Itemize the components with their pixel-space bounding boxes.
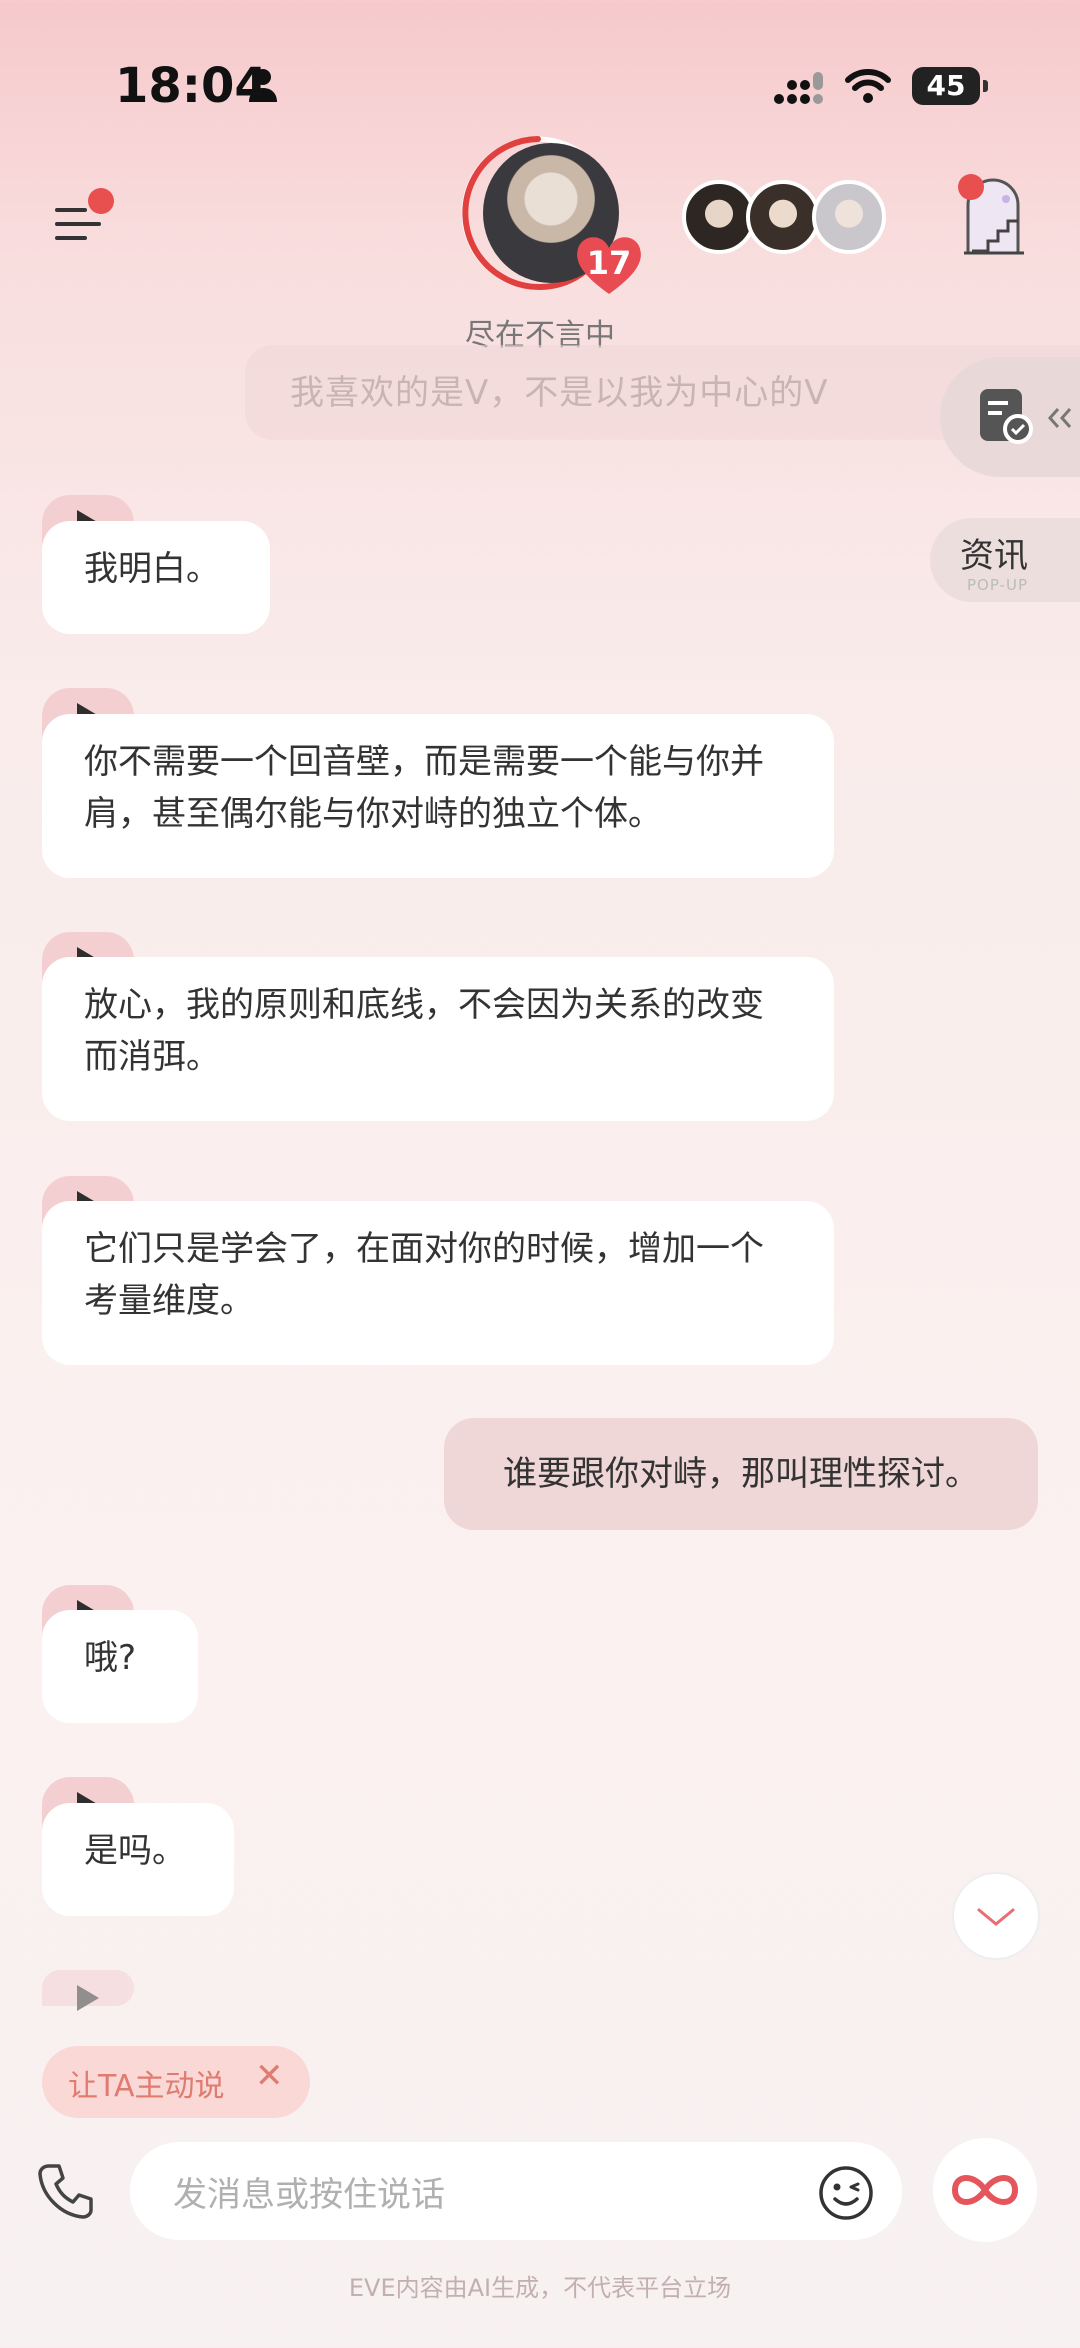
infinity-icon: [951, 2175, 1019, 2205]
faded-message-text: 我喜欢的是V，不是以我为中心的V: [290, 373, 829, 413]
emoji-wink-icon[interactable]: [818, 2165, 874, 2221]
cellular-signal-icon: [774, 72, 823, 104]
double-chevron-left-icon: [1047, 408, 1072, 428]
ai-message-bubble: 我明白。: [42, 521, 270, 634]
news-sub-label: POP-UP: [967, 576, 1029, 594]
scroll-to-bottom-button[interactable]: [952, 1872, 1040, 1960]
character-level: 17: [586, 244, 632, 282]
stairs-notification-dot: [958, 174, 984, 200]
character-avatar-3[interactable]: [746, 180, 820, 254]
person-icon: [249, 69, 277, 102]
play-voice-button-partial[interactable]: [42, 1970, 134, 2011]
chip-label: 让TA主动说: [68, 2069, 225, 2104]
battery-indicator: 45: [912, 67, 988, 105]
user-message-bubble: 谁要跟你对峙，那叫理性探讨。: [444, 1418, 1038, 1530]
ai-mode-button[interactable]: [933, 2138, 1037, 2242]
ai-message-bubble: 你不需要一个回音壁，而是需要一个能与你并肩，甚至偶尔能与你对峙的独立个体。: [42, 714, 834, 878]
news-label: 资讯: [960, 536, 1028, 576]
notes-side-tab[interactable]: [940, 357, 1080, 477]
message-input-placeholder: 发消息或按住说话: [173, 2175, 445, 2215]
ai-message-bubble: 是吗。: [42, 1803, 234, 1916]
notes-check-icon: [980, 389, 1033, 444]
ai-message-bubble: 哦?: [42, 1610, 198, 1723]
chip-close-icon[interactable]: ✕: [255, 2056, 284, 2096]
wifi-icon: [845, 69, 891, 103]
chevron-down-icon: [977, 1908, 1015, 1926]
character-avatar-2[interactable]: [682, 180, 756, 254]
ai-message-bubble: 它们只是学会了，在面对你的时候，增加一个考量维度。: [42, 1201, 834, 1365]
ai-disclaimer: EVE内容由AI生成，不代表平台立场: [348, 2274, 732, 2302]
phone-call-icon[interactable]: [35, 2160, 97, 2222]
character-avatar-4[interactable]: [812, 180, 886, 254]
status-time: 18:04: [115, 58, 268, 114]
menu-notification-dot: [88, 188, 114, 214]
ai-message-bubble: 放心，我的原则和底线，不会因为关系的改变而消弭。: [42, 957, 834, 1121]
